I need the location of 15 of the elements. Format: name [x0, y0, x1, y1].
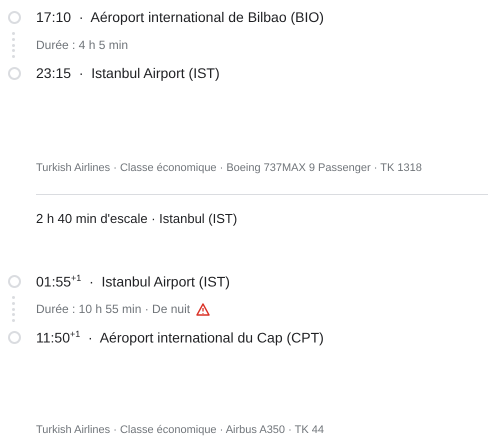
stop-circle-icon	[8, 66, 21, 80]
stop-circle-icon	[8, 330, 21, 344]
flight-details: Turkish Airlines · Classe économique · Boeing 737MAX 9 Passenger · TK 1318	[36, 162, 423, 174]
departure-info: 01:55$^{+1}$ · Istanbul Airport (IST)	[36, 272, 230, 290]
arrival-info: 23:15 · Istanbul Airport (IST)	[36, 65, 220, 81]
layover-text: 2 h 40 min d'escale · Istanbul (IST)	[36, 211, 238, 228]
duration-text: Durée : 10 h 55 min · De nuit	[36, 302, 190, 316]
stop-circle-icon	[8, 274, 21, 288]
stop-circle-icon	[8, 10, 21, 24]
dotted-line-icon	[12, 294, 16, 324]
duration-text: Durée : 4 h 5 min	[36, 38, 128, 52]
dotted-line-icon	[12, 30, 16, 60]
departure-info: 17:10 · Aéroport international de Bilbao (BIO)	[36, 9, 324, 25]
flight-details: Turkish Airlines · Classe économique · Airbus A350 · TK 44	[36, 424, 325, 436]
arrival-info: 11:50$^{+1}$ · Aéroport international du Cap (CPT)	[36, 328, 324, 346]
